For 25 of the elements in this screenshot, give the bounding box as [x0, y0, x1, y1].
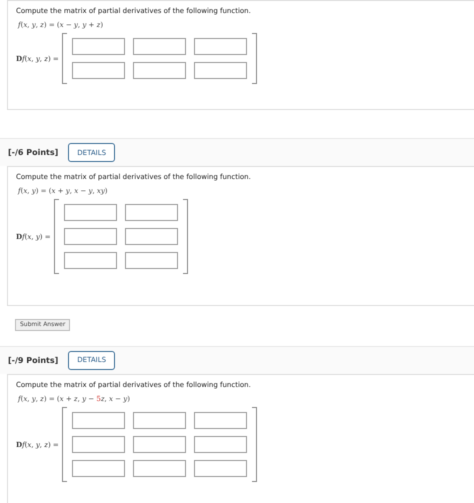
answer-field[interactable]	[132, 62, 186, 79]
left-bracket	[62, 33, 67, 84]
answer-field[interactable]	[194, 436, 247, 452]
answer-field[interactable]	[194, 412, 247, 428]
points-label: [-/9 Points]	[8, 356, 58, 364]
answer-field[interactable]	[72, 460, 125, 476]
answer-field[interactable]	[72, 62, 125, 79]
right-bracket	[252, 33, 257, 84]
answer-field[interactable]	[72, 412, 125, 428]
answer-field[interactable]	[72, 38, 125, 55]
answer-field[interactable]	[132, 460, 186, 476]
answer-field[interactable]	[124, 204, 178, 221]
answer-field[interactable]	[124, 228, 178, 245]
answer-field[interactable]	[194, 62, 247, 79]
answer-field[interactable]	[132, 38, 186, 55]
answer-field[interactable]	[132, 412, 186, 428]
answer-field[interactable]	[124, 252, 178, 269]
answer-field[interactable]	[64, 252, 117, 269]
points-label: [-/6 Points]	[8, 148, 58, 157]
answer-field[interactable]	[64, 204, 117, 221]
answer-field[interactable]	[194, 460, 247, 476]
answer-field[interactable]	[72, 436, 125, 452]
answer-field[interactable]	[194, 38, 247, 55]
answer-field[interactable]	[132, 436, 186, 452]
answer-field[interactable]	[64, 228, 117, 245]
